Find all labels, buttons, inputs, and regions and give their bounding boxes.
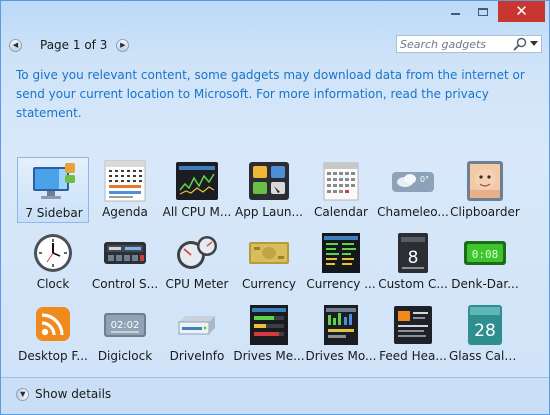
weather-icon: 0° xyxy=(392,172,434,192)
drives-monitor-icon xyxy=(324,305,358,345)
gadget-label: Feed Hea... xyxy=(379,349,447,363)
rss-feed-icon xyxy=(36,307,70,341)
gadget-driveinfo[interactable]: DriveInfo xyxy=(161,301,233,367)
calendar-icon xyxy=(323,162,359,201)
gadget-chameleon-weather[interactable]: 0° Chameleo... xyxy=(377,157,449,223)
gadget-desktop-feed[interactable]: Desktop F... xyxy=(17,301,89,367)
gadget-calendar[interactable]: Calendar xyxy=(305,157,377,223)
next-page-button[interactable]: ▶ xyxy=(116,38,130,52)
drives-meter-icon xyxy=(250,305,288,345)
search-input[interactable] xyxy=(400,37,508,51)
control-system-icon xyxy=(104,242,146,264)
cpu-meter-icon xyxy=(177,236,217,269)
gadget-label: Clock xyxy=(36,277,70,291)
sidebar-monitor-icon xyxy=(33,163,75,199)
gadget-gallery-window: ✕ ◀ Page 1 of 3 ▶ To give you relevant c… xyxy=(0,0,550,415)
gadget-glass-calendar[interactable]: 28 Glass Cale... xyxy=(449,301,521,367)
digiclock-time: 02:02 xyxy=(111,320,140,331)
gadget-cpu-meter[interactable]: CPU Meter xyxy=(161,229,233,295)
gadget-label: Drives Me... xyxy=(233,349,305,363)
gadget-label: Digiclock xyxy=(97,349,153,363)
gadget-app-launcher[interactable]: App Laun... xyxy=(233,157,305,223)
title-bar: ✕ xyxy=(1,1,549,29)
page-navigator: ◀ Page 1 of 3 ▶ xyxy=(9,37,130,53)
gadget-clipboarder[interactable]: Clipboarder xyxy=(449,157,521,223)
chevron-down-icon[interactable]: ▶ xyxy=(16,387,29,401)
gadget-currency-meter[interactable]: Currency ... xyxy=(305,229,377,295)
gadget-agenda[interactable]: Agenda xyxy=(89,157,161,223)
gadget-label: Glass Cale... xyxy=(449,349,521,363)
glass-calendar-icon: 28 xyxy=(468,305,502,345)
gadget-denk-dar[interactable]: 0:08 Denk-Dar... xyxy=(449,229,521,295)
search-options-dropdown-icon[interactable] xyxy=(530,41,538,46)
gadget-label: Denk-Dar... xyxy=(451,277,519,291)
gadget-all-cpu-meter[interactable]: All CPU M... xyxy=(161,157,233,223)
maximize-icon xyxy=(478,7,488,16)
clipboard-photo-icon xyxy=(467,161,503,201)
show-details-toggle[interactable]: ▶ Show details xyxy=(16,387,111,401)
chevron-right-icon: ▶ xyxy=(120,40,126,49)
gadget-clock[interactable]: Clock xyxy=(17,229,89,295)
gadget-label: Calendar xyxy=(314,205,368,219)
app-launcher-icon xyxy=(249,162,289,200)
details-bar: ▶ Show details xyxy=(1,377,549,414)
denk-display-text: 0:08 xyxy=(472,248,499,261)
gadget-7-sidebar[interactable]: 7 Sidebar xyxy=(17,157,89,223)
gadget-label: 7 Sidebar xyxy=(25,206,83,220)
currency-meter-icon xyxy=(322,233,360,273)
gadget-label: Currency ... xyxy=(306,277,376,291)
minimize-button[interactable] xyxy=(441,1,469,22)
gadget-label: Control S... xyxy=(91,277,159,291)
gadget-label: Desktop F... xyxy=(18,349,88,363)
gadget-digiclock[interactable]: 02:02 Digiclock xyxy=(89,301,161,367)
gadget-control-system[interactable]: Control S... xyxy=(89,229,161,295)
drive-icon xyxy=(178,316,215,335)
clock-icon xyxy=(34,234,72,272)
gadget-label: DriveInfo xyxy=(169,349,225,363)
weather-temperature: 0° xyxy=(420,175,429,184)
cpu-graph-icon xyxy=(176,162,218,200)
gadget-drives-monitor[interactable]: Drives Mo... xyxy=(305,301,377,367)
gadget-label: Drives Mo... xyxy=(305,349,377,363)
feed-headlines-icon xyxy=(394,306,432,344)
gadget-label: Currency xyxy=(241,277,297,291)
chevron-left-icon: ◀ xyxy=(12,40,19,49)
digiclock-icon: 02:02 xyxy=(104,313,146,337)
privacy-notice[interactable]: To give you relevant content, some gadge… xyxy=(16,66,536,123)
minimize-icon xyxy=(450,13,460,15)
gadget-label: CPU Meter xyxy=(165,277,229,291)
gadget-label: Agenda xyxy=(102,205,148,219)
gadget-label: All CPU M... xyxy=(162,205,232,219)
previous-page-button[interactable]: ◀ xyxy=(9,38,22,52)
gadget-label: Custom C... xyxy=(378,277,448,291)
agenda-calendar-icon xyxy=(104,160,146,202)
close-button[interactable]: ✕ xyxy=(498,1,545,22)
gadget-feed-headlines[interactable]: Feed Hea... xyxy=(377,301,449,367)
gadget-label: Clipboarder xyxy=(450,205,520,219)
gadget-label: Chameleo... xyxy=(377,205,449,219)
digital-display-icon: 0:08 xyxy=(464,241,506,265)
gadget-custom-calendar[interactable]: 8 Custom C... xyxy=(377,229,449,295)
page-indicator: Page 1 of 3 xyxy=(40,38,108,52)
close-icon: ✕ xyxy=(515,2,528,20)
show-details-label: Show details xyxy=(35,387,112,401)
custom-calendar-icon: 8 xyxy=(398,233,428,273)
gadget-label: App Laun... xyxy=(235,205,303,219)
gadget-drives-meter[interactable]: Drives Me... xyxy=(233,301,305,367)
maximize-button[interactable] xyxy=(469,1,497,22)
glass-calendar-day: 28 xyxy=(474,321,496,341)
gadget-currency[interactable]: Currency xyxy=(233,229,305,295)
search-box xyxy=(396,35,542,53)
custom-calendar-day: 8 xyxy=(408,248,419,268)
search-icon[interactable] xyxy=(513,37,527,51)
currency-icon xyxy=(249,242,289,264)
